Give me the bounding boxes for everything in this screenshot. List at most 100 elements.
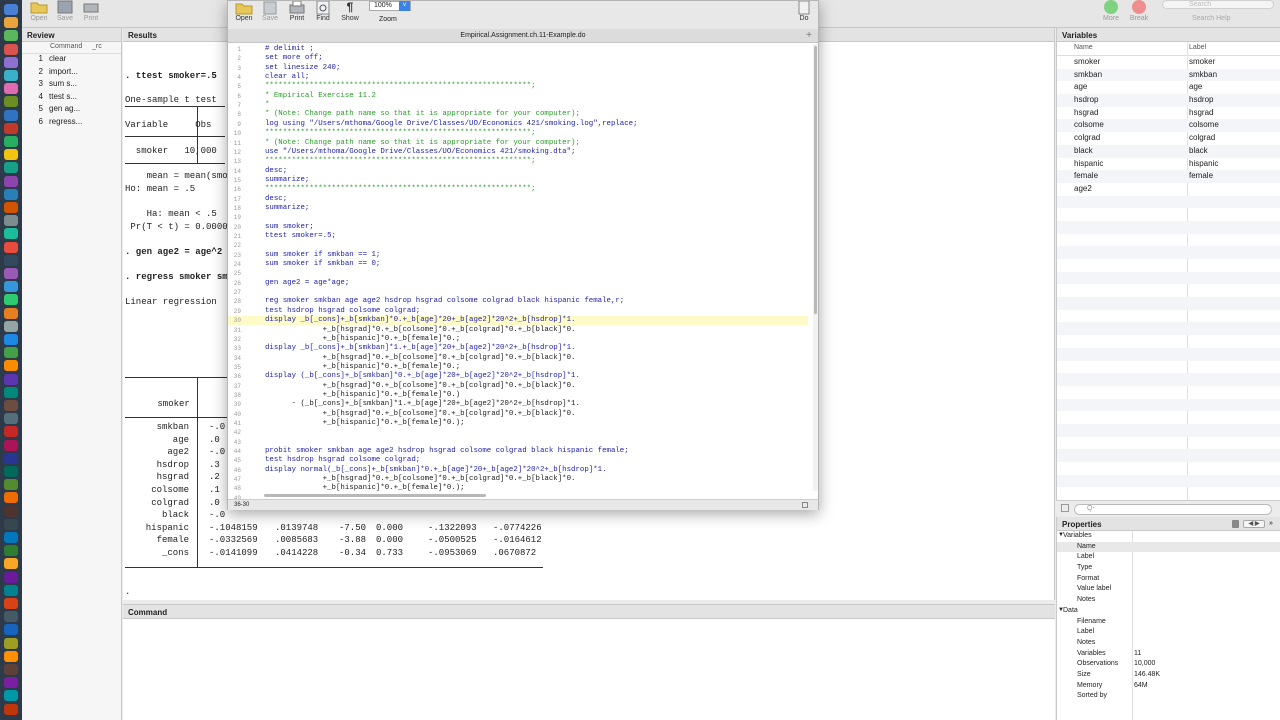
code-line[interactable]: 46 display normal(_b[_cons]+_b[smkban]*0.… xyxy=(228,466,808,475)
dock-app-icon[interactable] xyxy=(4,4,18,15)
properties-group-variables[interactable]: Variables ▼ xyxy=(1057,531,1280,542)
code-line[interactable]: 9 log using "/Users/mthoma/Google Drive/C… xyxy=(228,120,808,129)
dock-app-icon[interactable] xyxy=(4,452,18,464)
review-col-command[interactable]: Command xyxy=(50,43,82,50)
code-line[interactable]: 33 display _b[_cons]+_b[smkban]*1.+_b[age… xyxy=(228,344,808,353)
review-item[interactable]: 1 clear xyxy=(22,54,121,67)
dock-app-icon[interactable] xyxy=(4,373,18,385)
dock-app-icon[interactable] xyxy=(4,70,18,81)
dock-app-icon[interactable] xyxy=(4,677,18,689)
print-button[interactable]: Print xyxy=(76,0,106,22)
code-line[interactable]: 47 +_b[hsgrad]*0.+_b[colsome]*0.+_b[colg… xyxy=(228,475,808,484)
editor-do-button[interactable]: Do xyxy=(789,1,819,22)
variable-row[interactable]: hsgrad hsgrad xyxy=(1057,107,1280,120)
editor-show-button[interactable]: ¶ Show xyxy=(335,1,365,22)
new-tab-icon[interactable]: + xyxy=(806,29,812,43)
property-row[interactable]: Variables 11 xyxy=(1057,649,1280,660)
review-item[interactable]: 4 ttest s... xyxy=(22,92,121,105)
variable-row[interactable]: female female xyxy=(1057,170,1280,183)
code-line[interactable]: 20 sum smoker; xyxy=(228,223,808,232)
disclosure-triangle-icon[interactable]: ▼ xyxy=(1058,532,1064,538)
code-line[interactable]: 36 display (_b[_cons]+_b[smkban]*0.+_b[ag… xyxy=(228,372,808,381)
dock-app-icon[interactable] xyxy=(4,320,18,332)
code-line[interactable]: 2 set more off; xyxy=(228,54,808,63)
code-line[interactable]: 22 xyxy=(228,241,808,250)
code-line[interactable]: 29 test hsdrop hsgrad colsome colgrad; xyxy=(228,307,808,316)
dock-app-icon[interactable] xyxy=(4,466,18,477)
code-line[interactable]: 35 +_b[hispanic]*0.+_b[female]*0.; xyxy=(228,363,808,372)
editor-code-area[interactable]: 1 # delimit ; 2 set more off; 3 set linesize … xyxy=(228,44,812,502)
code-line[interactable]: 27 xyxy=(228,288,808,297)
code-line[interactable]: 43 xyxy=(228,438,808,447)
variable-row[interactable]: age age xyxy=(1057,81,1280,94)
variables-col-name[interactable]: Name xyxy=(1074,44,1093,51)
dock-app-icon[interactable] xyxy=(4,598,18,609)
nav-arrows-icon[interactable]: ◀ ▶ xyxy=(1243,520,1265,528)
dock-app-icon[interactable] xyxy=(4,122,18,134)
dock-app-icon[interactable] xyxy=(4,650,18,662)
dock-app-icon[interactable] xyxy=(4,690,18,702)
variables-col-label[interactable]: Label xyxy=(1189,44,1206,51)
scrollbar-thumb[interactable] xyxy=(264,494,486,497)
property-row[interactable]: Label xyxy=(1057,552,1280,563)
code-line[interactable]: 44 probit smoker smkban age age2 hsdrop h… xyxy=(228,447,808,456)
properties-group-data[interactable]: Data ▼ xyxy=(1057,606,1280,617)
dock-app-icon[interactable] xyxy=(4,584,18,596)
dock-app-icon[interactable] xyxy=(4,439,18,451)
dock-app-icon[interactable] xyxy=(4,43,18,55)
dock-app-icon[interactable] xyxy=(4,188,18,200)
property-row[interactable]: Filename xyxy=(1057,617,1280,628)
code-line[interactable]: 17 desc; xyxy=(228,195,808,204)
scrollbar-thumb[interactable] xyxy=(814,46,817,314)
code-line[interactable]: 3 set linesize 240; xyxy=(228,64,808,73)
dock-app-icon[interactable] xyxy=(4,241,18,253)
dock-app-icon[interactable] xyxy=(4,611,18,623)
variable-row[interactable]: colgrad colgrad xyxy=(1057,132,1280,145)
dock-app-icon[interactable] xyxy=(4,558,18,570)
dock-app-icon[interactable] xyxy=(4,479,18,491)
review-item[interactable]: 5 gen ag... xyxy=(22,104,121,117)
review-col-rc[interactable]: _rc xyxy=(92,43,102,50)
code-line[interactable]: 16 **************************************… xyxy=(228,185,808,194)
property-row[interactable]: Notes xyxy=(1057,638,1280,649)
editor-save-button[interactable]: Save xyxy=(255,1,285,22)
dock-app-icon[interactable] xyxy=(4,347,18,359)
variable-row[interactable]: black black xyxy=(1057,144,1280,158)
expand-icon[interactable]: » xyxy=(1269,520,1277,528)
code-line[interactable]: 7 * xyxy=(228,101,808,110)
dock-app-icon[interactable] xyxy=(4,703,18,715)
break-button[interactable]: Break xyxy=(1124,0,1154,22)
code-line[interactable]: 34 +_b[hsgrad]*0.+_b[colsome]*0.+_b[colg… xyxy=(228,354,808,363)
dock-app-icon[interactable] xyxy=(4,518,18,530)
code-line[interactable]: 10 **************************************… xyxy=(228,129,808,138)
disclosure-triangle-icon[interactable]: ▼ xyxy=(1058,607,1064,613)
code-line[interactable]: 14 desc; xyxy=(228,167,808,176)
dock-app-icon[interactable] xyxy=(4,400,18,411)
property-row[interactable]: Notes xyxy=(1057,595,1280,606)
code-line[interactable]: 6 * Empirical Exercise 11.2 xyxy=(228,92,808,101)
dock-app-icon[interactable] xyxy=(4,215,18,227)
code-line[interactable]: 21 ttest smoker=.5; xyxy=(228,232,808,241)
dock-app-icon[interactable] xyxy=(4,664,18,675)
dock-app-icon[interactable] xyxy=(4,17,18,29)
resize-icon[interactable] xyxy=(802,502,808,508)
property-row[interactable]: Type xyxy=(1057,563,1280,574)
variables-filter-input[interactable]: Q- xyxy=(1074,504,1272,515)
code-line[interactable]: 40 +_b[hsgrad]*0.+_b[colsome]*0.+_b[colg… xyxy=(228,410,808,419)
dock-app-icon[interactable] xyxy=(4,56,18,68)
code-line[interactable]: 11 * (Note: Change path name so that it i… xyxy=(228,139,808,148)
dock-app-icon[interactable] xyxy=(4,149,18,161)
property-row[interactable]: Memory 64M xyxy=(1057,681,1280,692)
dock-app-icon[interactable] xyxy=(4,334,18,345)
dock-app-icon[interactable] xyxy=(4,532,18,543)
filter-toggle-icon[interactable] xyxy=(1061,504,1069,512)
dock-app-icon[interactable] xyxy=(4,307,18,319)
dock-app-icon[interactable] xyxy=(4,162,18,174)
lock-icon[interactable] xyxy=(1232,520,1239,528)
dock-app-icon[interactable] xyxy=(4,281,18,293)
code-line[interactable]: 23 sum smoker if smkban == 1; xyxy=(228,251,808,260)
code-line[interactable]: 41 +_b[hispanic]*0.+_b[female]*0.); xyxy=(228,419,808,428)
editor-find-button[interactable]: Find xyxy=(308,1,338,22)
dock-app-icon[interactable] xyxy=(4,268,18,279)
code-line[interactable]: 5 ***************************************… xyxy=(228,82,808,91)
